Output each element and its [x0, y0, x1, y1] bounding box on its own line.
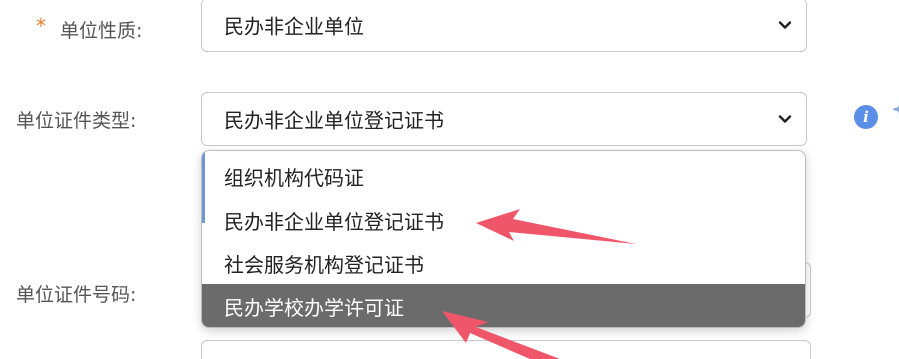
chevron-down-icon [778, 21, 792, 29]
cert-type-label: 单位证件类型: [16, 110, 137, 132]
form-stage: * 单位性质: 民办非企业单位 单位证件类型: 民办非企业单位登记证书 i { … [0, 0, 899, 359]
unit-nature-label: 单位性质: [60, 20, 143, 42]
cert-number-label: 单位证件号码: [16, 284, 137, 306]
info-icon[interactable]: i [854, 105, 878, 129]
cert-type-dropdown: 组织机构代码证 民办非企业单位登记证书 社会服务机构登记证书 民办学校办学许可证 [201, 150, 806, 328]
required-star: * [36, 14, 46, 38]
unit-nature-value: 民办非企业单位 [224, 14, 364, 39]
dropdown-option[interactable]: 社会服务机构登记证书 [202, 241, 805, 285]
unit-nature-select[interactable]: 民办非企业单位 [201, 0, 807, 52]
dropdown-option[interactable]: 组织机构代码证 [202, 154, 805, 198]
next-field-input[interactable] [201, 340, 811, 359]
cert-type-value: 民办非企业单位登记证书 [224, 108, 444, 133]
chevron-down-icon [778, 115, 792, 123]
brace-fragment: { [889, 88, 899, 129]
dropdown-option-highlighted[interactable]: 民办学校办学许可证 [202, 284, 805, 327]
dropdown-option[interactable]: 民办非企业单位登记证书 [202, 198, 805, 242]
cert-type-select[interactable]: 民办非企业单位登记证书 [201, 92, 807, 146]
